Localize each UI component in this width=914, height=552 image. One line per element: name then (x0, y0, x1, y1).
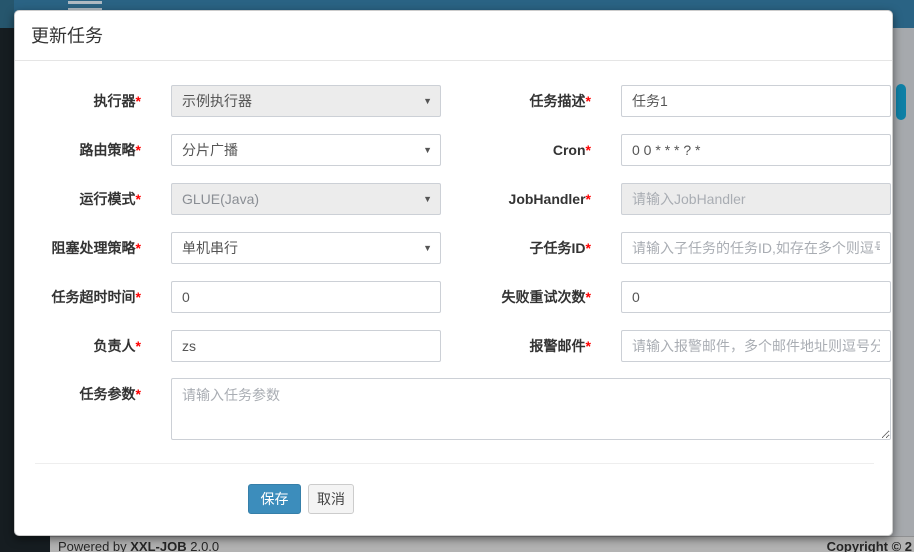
page-footer: Powered by XXL-JOB 2.0.0 Copyright © 2 (50, 536, 914, 552)
cancel-button[interactable]: 取消 (308, 484, 354, 514)
required-asterisk: * (586, 289, 591, 305)
glue-type-select: GLUE(Java) ▼ (171, 183, 441, 215)
cron-input[interactable] (621, 134, 891, 166)
update-task-modal: 更新任务 执行器* 示例执行器 ▼ 任务描述* 路由策略* 分片广播 ▼ Cro… (14, 10, 893, 536)
required-asterisk: * (586, 240, 591, 256)
form-row: 路由策略* 分片广播 ▼ Cron* (15, 134, 894, 166)
timeout-input[interactable] (171, 281, 441, 313)
required-asterisk: * (136, 386, 141, 402)
chevron-down-icon: ▼ (423, 233, 432, 263)
label-alarm-email: 报警邮件* (445, 330, 591, 362)
label-glue-type: 运行模式* (15, 183, 141, 215)
label-job-params: 任务参数* (15, 378, 141, 410)
required-asterisk: * (586, 191, 591, 207)
label-child-jobid: 子任务ID* (445, 232, 591, 264)
form-row: 阻塞处理策略* 单机串行 ▼ 子任务ID* (15, 232, 894, 264)
brand-name: XXL-JOB (130, 539, 186, 552)
required-asterisk: * (586, 93, 591, 109)
form-row: 任务超时时间* 失败重试次数* (15, 281, 894, 313)
label-timeout: 任务超时时间* (15, 281, 141, 313)
required-asterisk: * (136, 142, 141, 158)
label-owner: 负责人* (15, 330, 141, 362)
label-executor: 执行器* (15, 85, 141, 117)
required-asterisk: * (136, 191, 141, 207)
footer-divider (35, 463, 874, 464)
job-params-textarea[interactable] (171, 378, 891, 440)
label-cron: Cron* (445, 134, 591, 166)
modal-title: 更新任务 (31, 11, 103, 61)
retry-count-input[interactable] (621, 281, 891, 313)
form-row: 运行模式* GLUE(Java) ▼ JobHandler* (15, 183, 894, 215)
required-asterisk: * (586, 338, 591, 354)
form-row: 执行器* 示例执行器 ▼ 任务描述* (15, 85, 894, 117)
alarm-email-input[interactable] (621, 330, 891, 362)
modal-header: 更新任务 (15, 11, 892, 61)
form-row: 任务参数* (15, 378, 894, 440)
hamburger-bar (68, 1, 102, 4)
required-asterisk: * (136, 338, 141, 354)
label-jobhandler: JobHandler* (445, 183, 591, 215)
label-retry-count: 失败重试次数* (445, 281, 591, 313)
child-jobid-input[interactable] (621, 232, 891, 264)
label-block-strategy: 阻塞处理策略* (15, 232, 141, 264)
job-desc-input[interactable] (621, 85, 891, 117)
owner-input[interactable] (171, 330, 441, 362)
required-asterisk: * (136, 240, 141, 256)
copyright-text: Copyright © 2 (827, 539, 912, 552)
chevron-down-icon: ▼ (423, 135, 432, 165)
screen: Powered by XXL-JOB 2.0.0 Copyright © 2 更… (0, 0, 914, 552)
chevron-down-icon: ▼ (423, 184, 432, 214)
required-asterisk: * (136, 289, 141, 305)
scrollbar-thumb[interactable] (896, 84, 906, 120)
route-strategy-select[interactable]: 分片广播 ▼ (171, 134, 441, 166)
required-asterisk: * (586, 142, 591, 158)
powered-by-text: Powered by XXL-JOB 2.0.0 (58, 539, 219, 552)
chevron-down-icon: ▼ (423, 86, 432, 116)
form-row: 负责人* 报警邮件* (15, 330, 894, 362)
label-route-strategy: 路由策略* (15, 134, 141, 166)
jobhandler-input (621, 183, 891, 215)
save-button[interactable]: 保存 (248, 484, 301, 514)
logo-area (0, 0, 14, 28)
required-asterisk: * (136, 93, 141, 109)
executor-select: 示例执行器 ▼ (171, 85, 441, 117)
block-strategy-select[interactable]: 单机串行 ▼ (171, 232, 441, 264)
label-job-desc: 任务描述* (445, 85, 591, 117)
